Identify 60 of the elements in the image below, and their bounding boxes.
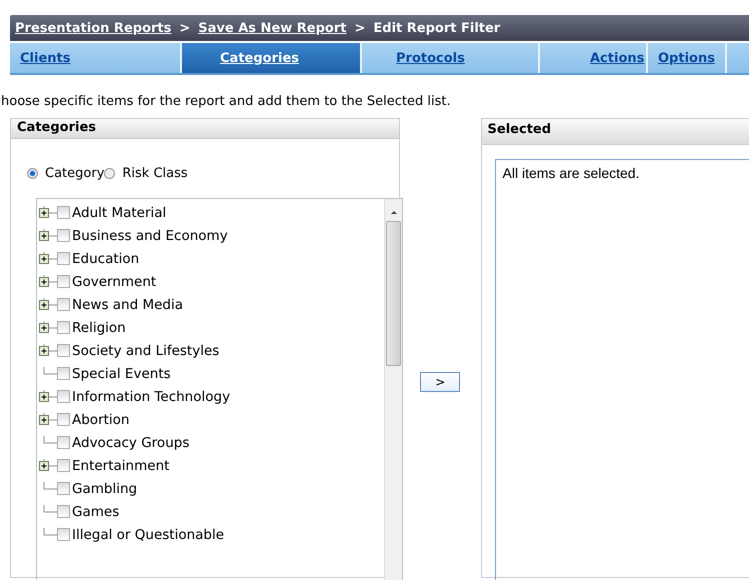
panel-title: Selected (482, 119, 749, 145)
category-label[interactable]: Religion (72, 320, 126, 336)
category-label[interactable]: News and Media (72, 296, 184, 312)
category-label[interactable]: Games (72, 504, 120, 520)
radio-option[interactable]: Risk Class (104, 166, 188, 181)
checkbox[interactable] (57, 390, 70, 403)
wizard-tab[interactable]: Categories (182, 43, 362, 73)
instruction-text: hoose specific items for the report and add them to the Selected list. (1, 94, 452, 109)
category-label[interactable]: Society and Lifestyles (72, 342, 220, 358)
expand-icon[interactable] (39, 412, 57, 426)
wizard-tab[interactable]: Options (648, 43, 727, 73)
category-label[interactable]: Gambling (72, 480, 138, 496)
category-label[interactable]: Illegal or Questionable (72, 526, 224, 542)
breadcrumb-link[interactable]: Save As New Report (198, 20, 346, 36)
checkbox[interactable] (57, 298, 70, 311)
add-button[interactable]: > (420, 372, 460, 392)
wizard-tab[interactable]: Actions (540, 43, 648, 73)
empty-message: All items are selected. (502, 165, 640, 181)
scrollbar-thumb[interactable] (386, 221, 401, 366)
checkbox[interactable] (57, 459, 70, 472)
category-label[interactable]: Information Technology (72, 388, 230, 404)
expand-icon[interactable] (39, 344, 57, 358)
scrollbar[interactable] (384, 199, 402, 580)
expand-icon[interactable] (39, 206, 57, 220)
breadcrumb-separator: > (179, 20, 190, 36)
expand-icon[interactable] (39, 228, 57, 242)
expand-icon[interactable] (39, 390, 57, 404)
checkbox[interactable] (57, 482, 70, 495)
expand-icon[interactable] (39, 274, 57, 288)
checkbox[interactable] (57, 275, 70, 288)
expand-icon[interactable] (39, 458, 57, 472)
category-label[interactable]: Education (72, 250, 140, 266)
checkbox[interactable] (57, 367, 70, 380)
breadcrumb-separator: > (354, 20, 366, 36)
expand-icon[interactable] (39, 320, 57, 334)
checkbox[interactable] (57, 321, 70, 334)
expand-icon[interactable] (39, 298, 57, 312)
checkbox[interactable] (57, 206, 70, 219)
category-label[interactable]: Adult Material (72, 204, 166, 220)
checkbox[interactable] (57, 252, 70, 265)
checkbox[interactable] (57, 436, 70, 449)
checkbox[interactable] (57, 229, 70, 242)
radio-option[interactable]: Category (27, 166, 104, 181)
category-label[interactable]: Government (72, 274, 156, 290)
breadcrumb-link[interactable]: Presentation Reports (15, 20, 172, 36)
category-label[interactable]: Abortion (72, 412, 130, 428)
breadcrumb-current: Edit Report Filter (373, 20, 500, 36)
checkbox[interactable] (57, 344, 70, 357)
category-label[interactable]: Advocacy Groups (72, 434, 190, 450)
checkbox[interactable] (57, 413, 70, 426)
category-label[interactable]: Special Events (72, 366, 171, 382)
category-label[interactable]: Business and Economy (72, 228, 228, 244)
radio-icon[interactable] (27, 168, 38, 179)
panel-title: Categories (11, 119, 399, 139)
wizard-tab[interactable]: Protocols (362, 43, 540, 73)
radio-icon[interactable] (104, 168, 116, 179)
checkbox[interactable] (57, 528, 70, 541)
checkbox[interactable] (57, 505, 70, 518)
category-label[interactable]: Entertainment (72, 458, 170, 474)
expand-icon[interactable] (39, 252, 57, 266)
